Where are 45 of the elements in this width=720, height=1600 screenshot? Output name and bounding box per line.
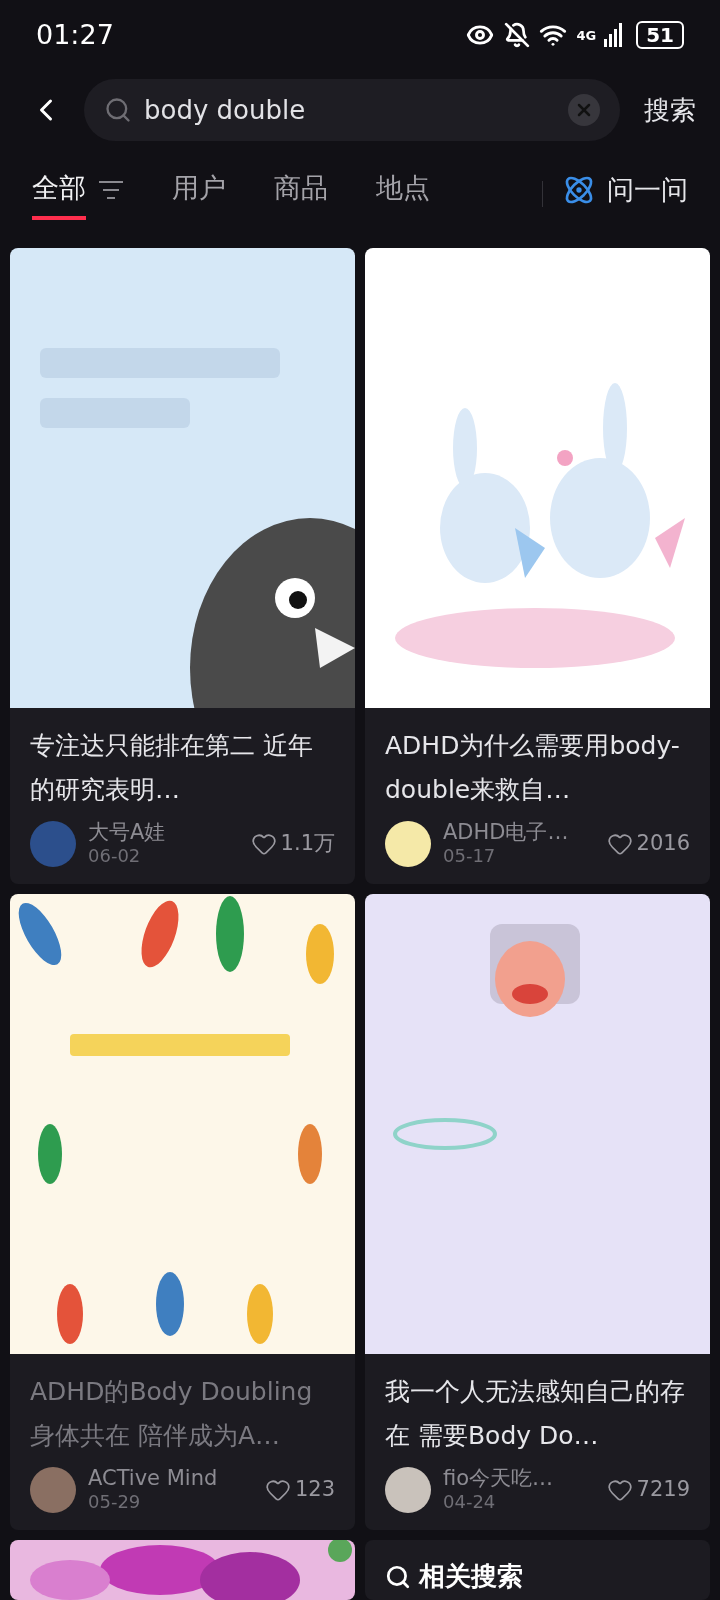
like-count: 1.1万	[280, 830, 335, 858]
atom-icon	[563, 174, 595, 206]
tab[interactable]: 地点	[376, 167, 430, 221]
note-title: ADHD为什么需要用body-double来救自…	[385, 730, 681, 806]
search-icon	[385, 1564, 411, 1590]
bell-off-icon	[504, 22, 531, 48]
search-input[interactable]: body double	[144, 90, 568, 130]
like-count: 7219	[636, 1476, 690, 1504]
author-name[interactable]: fio今天吃…	[443, 1466, 607, 1490]
post-date: 05-29	[88, 1490, 142, 1514]
related-search-title: 相关搜索	[419, 1560, 523, 1592]
battery-level: 51	[636, 21, 684, 49]
author-name[interactable]: ACTive Mind	[88, 1466, 265, 1490]
author-name[interactable]: ADHD电子…	[443, 820, 607, 844]
note-title: 专注达只能排在第二 近年的研究表明…	[30, 730, 314, 806]
post-date: 06-02	[88, 844, 142, 868]
status-time: 01:27	[36, 17, 114, 52]
note-card[interactable]: ADHD为什么需要用body-double来救自… ADHD电子… 05-17 2016	[365, 248, 710, 884]
note-card[interactable]: 专注达只能排在第二 近年的研究表明… 大号A娃 06-02 1.1万	[10, 248, 355, 884]
like-count: 2016	[636, 830, 690, 858]
tab[interactable]: 全部	[32, 167, 86, 221]
filter-icon[interactable]	[98, 180, 124, 200]
tab[interactable]: 用户	[172, 167, 226, 221]
note-title: ADHD的Body Doubling身体共在 陪伴成为A…	[30, 1376, 314, 1452]
like-count: 123	[294, 1476, 335, 1504]
signal-icon	[604, 23, 625, 47]
tab[interactable]: 商品	[274, 167, 328, 221]
note-card[interactable]: ADHD的Body Doubling身体共在 陪伴成为A… ACTive Mind 05-29 123	[10, 894, 355, 1530]
network-type: 4G	[576, 28, 597, 42]
ask-button[interactable]: 问一问	[563, 169, 688, 219]
note-card[interactable]: 我一个人无法感知自己的存在 需要Body Do… fio今天吃… 04-24 7219	[365, 894, 710, 1530]
like-icon[interactable]	[606, 1477, 633, 1503]
post-date: 05-17	[443, 844, 497, 868]
search-field[interactable]: body double	[84, 79, 620, 141]
author-name[interactable]: 大号A娃	[88, 820, 251, 844]
avatar[interactable]	[385, 821, 431, 867]
note-title: 我一个人无法感知自己的存在 需要Body Do…	[385, 1376, 686, 1452]
search-icon	[104, 96, 132, 124]
avatar[interactable]	[385, 1467, 431, 1513]
like-icon[interactable]	[264, 1477, 291, 1503]
post-date: 04-24	[443, 1490, 497, 1514]
search-button[interactable]: 搜索	[644, 90, 696, 130]
like-icon[interactable]	[606, 831, 633, 857]
related-search-card[interactable]: 相关搜索	[365, 1540, 710, 1600]
like-icon[interactable]	[250, 831, 277, 857]
